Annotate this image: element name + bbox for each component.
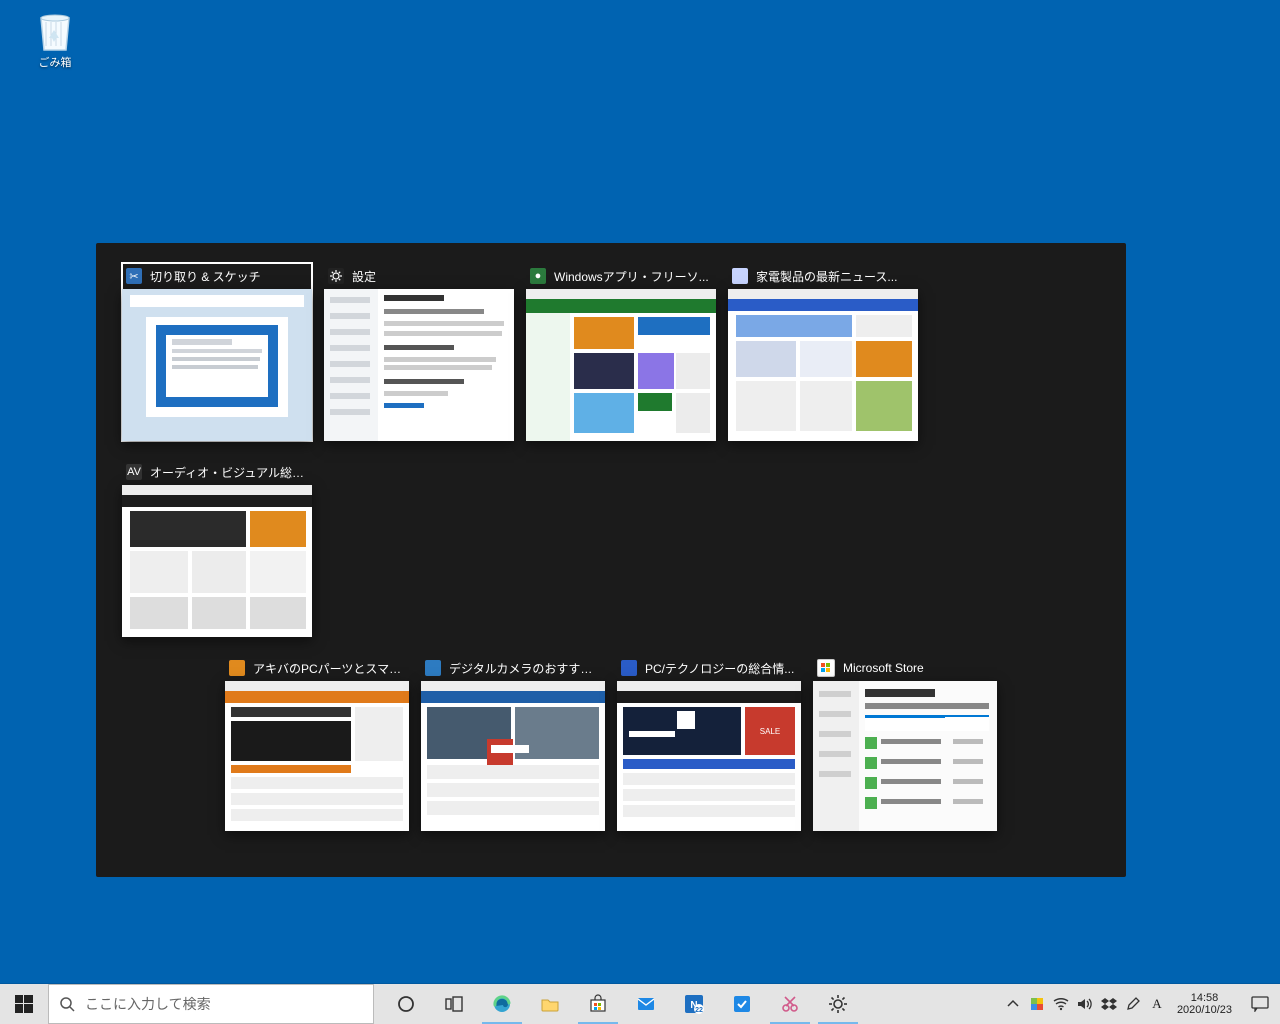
window-header: 家電製品の最新ニュース... <box>728 263 918 289</box>
window-title: アキバのPCパーツとスマホ... <box>253 660 405 677</box>
window-title: 家電製品の最新ニュース... <box>756 268 897 285</box>
taskbar-taskview-button[interactable] <box>430 984 478 1024</box>
task-view-window[interactable]: PC/テクノロジーの総合情... SALE <box>617 655 801 831</box>
window-header: ✂ 切り取り & スケッチ <box>122 263 312 289</box>
window-title: PC/テクノロジーの総合情... <box>645 660 794 677</box>
app-icon <box>621 660 637 676</box>
window-title: オーディオ・ビジュアル総合... <box>150 464 308 481</box>
chevron-up-icon <box>1007 998 1019 1010</box>
search-placeholder: ここに入力して検索 <box>85 994 211 1014</box>
window-thumbnail <box>225 681 409 831</box>
action-center-button[interactable] <box>1240 984 1280 1024</box>
volume-icon <box>1077 997 1093 1011</box>
tasks-icon <box>732 994 752 1014</box>
settings-icon <box>828 994 848 1014</box>
dropbox-icon <box>1101 997 1117 1011</box>
window-title: デジタルカメラのおすすめ... <box>449 660 601 677</box>
task-view-window[interactable]: 家電製品の最新ニュース... <box>728 263 918 441</box>
search-box[interactable]: ここに入力して検索 <box>48 984 374 1024</box>
window-thumbnail <box>122 289 312 441</box>
task-view-window[interactable]: デジタルカメラのおすすめ... <box>421 655 605 831</box>
tray-ime[interactable]: A <box>1145 984 1169 1024</box>
wifi-icon <box>1053 997 1069 1011</box>
task-view-window[interactable]: AV オーディオ・ビジュアル総合... <box>122 459 312 637</box>
window-thumbnail <box>421 681 605 831</box>
defender-icon <box>1030 997 1044 1011</box>
tray-pen[interactable] <box>1121 984 1145 1024</box>
system-tray: A 14:58 2020/10/23 <box>1001 984 1280 1024</box>
cortana-icon <box>396 994 416 1014</box>
task-view-window[interactable]: ● Windowsアプリ・フリーソ... <box>526 263 716 441</box>
app-icon: AV <box>126 464 142 480</box>
app-icon <box>425 660 441 676</box>
taskbar-explorer-button[interactable] <box>526 984 574 1024</box>
mail-icon <box>636 994 656 1014</box>
window-thumbnail <box>526 289 716 441</box>
pen-icon <box>1126 997 1140 1011</box>
tray-wifi[interactable] <box>1049 984 1073 1024</box>
window-header: 設定 <box>324 263 514 289</box>
window-thumbnail <box>813 681 997 831</box>
search-icon <box>59 996 75 1012</box>
app-icon: ✂ <box>126 268 142 284</box>
window-thumbnail <box>122 485 312 637</box>
window-header: Microsoft Store <box>813 655 997 681</box>
window-title: 切り取り & スケッチ <box>150 268 261 285</box>
taskbar-edge-button[interactable] <box>478 984 526 1024</box>
taskbar: ここに入力して検索 N22 A 14:58 2020/10/23 <box>0 984 1280 1024</box>
clock-time: 14:58 <box>1177 992 1232 1004</box>
taskbar-clock[interactable]: 14:58 2020/10/23 <box>1169 992 1240 1016</box>
window-thumbnail <box>728 289 918 441</box>
taskbar-snip-button[interactable] <box>766 984 814 1024</box>
app-icon: ● <box>530 268 546 284</box>
windows-logo-icon <box>15 995 33 1013</box>
clock-date: 2020/10/23 <box>1177 1004 1232 1016</box>
window-header: デジタルカメラのおすすめ... <box>421 655 605 681</box>
taskbar-cortana-button[interactable] <box>382 984 430 1024</box>
recycle-bin-icon <box>35 10 75 54</box>
window-title: Microsoft Store <box>843 661 924 675</box>
edge-icon <box>492 994 512 1014</box>
task-view-window[interactable]: ✂ 切り取り & スケッチ <box>122 263 312 441</box>
window-header: PC/テクノロジーの総合情... <box>617 655 801 681</box>
taskbar-mail-button[interactable] <box>622 984 670 1024</box>
app-icon <box>328 268 344 284</box>
window-header: ● Windowsアプリ・フリーソ... <box>526 263 716 289</box>
task-view-window[interactable]: アキバのPCパーツとスマホ... <box>225 655 409 831</box>
task-view-window[interactable]: Microsoft Store <box>813 655 997 831</box>
svg-text:22: 22 <box>695 1007 703 1014</box>
task-view-panel: ✂ 切り取り & スケッチ 設定 ● Windowsアプリ・フリーソ... 家電製品の最新… <box>96 243 1126 877</box>
taskbar-tasks-button[interactable] <box>718 984 766 1024</box>
taskbar-settings-button[interactable] <box>814 984 862 1024</box>
tray-defender[interactable] <box>1025 984 1049 1024</box>
neat-icon: N22 <box>684 994 704 1014</box>
taskview-icon <box>444 994 464 1014</box>
window-title: 設定 <box>352 268 376 285</box>
snip-icon <box>780 994 800 1014</box>
task-view-window[interactable]: 設定 <box>324 263 514 441</box>
tray-volume[interactable] <box>1073 984 1097 1024</box>
taskbar-store-button[interactable] <box>574 984 622 1024</box>
recycle-bin[interactable]: ごみ箱 <box>20 10 90 70</box>
window-header: AV オーディオ・ビジュアル総合... <box>122 459 312 485</box>
window-thumbnail <box>324 289 514 441</box>
app-icon <box>732 268 748 284</box>
explorer-icon <box>540 994 560 1014</box>
store-icon <box>588 994 608 1014</box>
window-thumbnail: SALE <box>617 681 801 831</box>
tray-dropbox[interactable] <box>1097 984 1121 1024</box>
app-icon <box>817 659 835 677</box>
start-button[interactable] <box>0 984 48 1024</box>
app-icon <box>229 660 245 676</box>
taskbar-neat-button[interactable]: N22 <box>670 984 718 1024</box>
recycle-bin-label: ごみ箱 <box>20 54 90 70</box>
notification-icon <box>1251 996 1269 1012</box>
tray-chevron[interactable] <box>1001 984 1025 1024</box>
window-title: Windowsアプリ・フリーソ... <box>554 268 709 285</box>
window-header: アキバのPCパーツとスマホ... <box>225 655 409 681</box>
